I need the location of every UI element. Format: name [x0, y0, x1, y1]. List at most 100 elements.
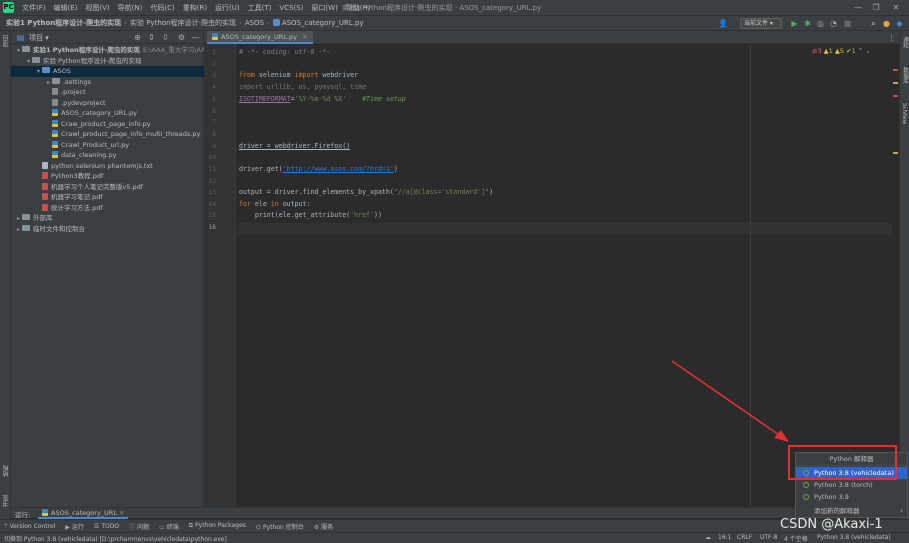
- tool-tab-run[interactable]: ▶ 运行: [61, 522, 90, 531]
- editor-error-stripe[interactable]: [892, 44, 899, 507]
- search-icon[interactable]: ⌕: [869, 19, 878, 28]
- ide-logo-icon[interactable]: ◆: [895, 19, 904, 28]
- tree-item[interactable]: ASOS_category_URL.py: [11, 108, 204, 119]
- menu-run[interactable]: 运行(U): [211, 3, 244, 13]
- close-window-icon[interactable]: ✕: [887, 2, 905, 13]
- line-number[interactable]: 14: [209, 201, 216, 208]
- line-number[interactable]: 16: [209, 224, 216, 231]
- stop-icon[interactable]: ■: [843, 19, 852, 28]
- warning-stripe-mark[interactable]: [893, 82, 898, 84]
- tree-item[interactable]: ▾ 实验1 Python程序设计-爬虫的实现 E:\AAA_重大学习\AAA: [11, 45, 210, 56]
- tool-tab-sciview[interactable]: SciView: [901, 103, 907, 124]
- menu-view[interactable]: 视图(V): [81, 3, 113, 13]
- expand-all-icon[interactable]: ⇕: [147, 33, 156, 42]
- line-number[interactable]: 12: [209, 178, 216, 185]
- menu-navigate[interactable]: 导航(N): [114, 3, 147, 13]
- line-number[interactable]: 2: [212, 61, 216, 68]
- tool-tab-python-console[interactable]: ⌬ Python 控制台: [252, 522, 310, 531]
- tree-item[interactable]: .project: [11, 87, 204, 98]
- close-tab-icon[interactable]: ✕: [302, 33, 307, 41]
- tool-tab-python-packages[interactable]: ⧉ Python Packages: [185, 522, 252, 530]
- locate-file-icon[interactable]: ⊕: [133, 33, 142, 42]
- debug-icon[interactable]: ✱: [803, 19, 812, 28]
- tree-item[interactable]: Python3教程.pdf: [11, 171, 204, 182]
- tree-item[interactable]: 机器学习笔记.pdf: [11, 192, 204, 203]
- run-icon[interactable]: ▶: [790, 19, 799, 28]
- menu-tools[interactable]: 工具(T): [244, 3, 276, 13]
- tree-item[interactable]: ▾ 实验 Python程序设计-爬虫的实现: [11, 56, 204, 67]
- collapsed-arrow-icon[interactable]: ▸: [15, 225, 22, 236]
- user-icon[interactable]: 👤: [718, 19, 728, 28]
- tool-tab-terminal[interactable]: ▭ 终端: [155, 522, 185, 531]
- code-editor[interactable]: # -*- coding: utf-8 -*- from selenium im…: [237, 44, 892, 507]
- error-stripe-mark[interactable]: [893, 69, 898, 71]
- tree-item[interactable]: ▸ 临时文件和控制台: [11, 224, 204, 235]
- tool-tab-database[interactable]: 数据库: [901, 67, 909, 84]
- tree-item[interactable]: python selenium phantomjs.txt: [11, 161, 204, 172]
- tree-item[interactable]: .pydevproject: [11, 98, 204, 109]
- tool-tab-structure[interactable]: 结构: [2, 465, 11, 477]
- tree-item[interactable]: 统计学习方法.pdf: [11, 203, 204, 214]
- breadcrumb-subfolder[interactable]: 实验 Python程序设计-爬虫的实现: [128, 18, 238, 28]
- menu-code[interactable]: 代码(C): [146, 3, 178, 13]
- tree-item[interactable]: ▾ ASOS: [11, 66, 204, 77]
- line-number[interactable]: 3: [212, 72, 216, 79]
- coverage-icon[interactable]: ◎: [816, 19, 825, 28]
- tree-item[interactable]: Crawl_Product_url.py: [11, 140, 204, 151]
- add-interpreter-option[interactable]: 添加新的解释器 ›: [796, 505, 907, 517]
- project-view-selector[interactable]: 项目 ▾: [29, 33, 49, 43]
- tree-item[interactable]: data_cleaning.py: [11, 150, 204, 161]
- caret-position[interactable]: 16:1: [718, 534, 731, 541]
- line-separator[interactable]: CRLF: [737, 534, 752, 541]
- tree-item[interactable]: Crawl_product_page_info_multi_threads.py: [11, 129, 204, 140]
- line-number[interactable]: 10: [209, 154, 216, 161]
- warning-stripe-mark[interactable]: [893, 152, 898, 154]
- close-run-tab-icon[interactable]: ✕: [119, 509, 124, 517]
- settings-gear-icon[interactable]: ⚙: [177, 33, 186, 42]
- restore-icon[interactable]: ❐: [867, 2, 885, 13]
- line-number[interactable]: 6: [212, 108, 216, 115]
- menu-window[interactable]: 窗口(W): [307, 3, 341, 13]
- tree-item[interactable]: ▸ .settings: [11, 77, 204, 88]
- prev-highlight-icon[interactable]: ⌃: [858, 47, 863, 55]
- minimize-icon[interactable]: —: [849, 2, 867, 13]
- tool-tab-version-control[interactable]: ᛘ Version Control: [0, 523, 61, 530]
- menu-edit[interactable]: 编辑(E): [50, 3, 82, 13]
- file-encoding[interactable]: UTF-8: [760, 534, 778, 541]
- line-number[interactable]: 4: [212, 84, 216, 91]
- menu-vcs[interactable]: VCS(S): [275, 4, 307, 12]
- line-number[interactable]: 9: [212, 143, 216, 150]
- run-config-select[interactable]: 当前文件 ▾: [740, 18, 782, 29]
- breadcrumb-asos[interactable]: ASOS: [243, 19, 266, 27]
- line-number[interactable]: 11: [209, 166, 216, 173]
- editor-tab-active[interactable]: ASOS_category_URL.py ✕: [207, 31, 313, 44]
- run-tab[interactable]: ASOS_category_URL ✕: [38, 508, 129, 519]
- tool-tab-notifications[interactable]: 通知: [901, 37, 909, 48]
- interpreter-option-torch[interactable]: Python 3.8 (torch): [796, 479, 907, 491]
- menu-refactor[interactable]: 重构(R): [179, 3, 211, 13]
- line-number[interactable]: 13: [209, 189, 216, 196]
- interpreter-option-python39[interactable]: Python 3.9: [796, 491, 907, 503]
- inspection-widget[interactable]: ⊘3 ▲1 ▲5 ✔1 ⌃ ⌄: [812, 47, 871, 55]
- error-stripe-mark[interactable]: [893, 95, 898, 97]
- event-log-icon[interactable]: ☁: [705, 534, 711, 541]
- tool-tab-services[interactable]: ⚙ 服务: [310, 522, 339, 531]
- tool-tab-problems[interactable]: ⓘ 问题: [125, 522, 155, 531]
- tool-tab-bookmarks[interactable]: 书签: [2, 495, 11, 507]
- line-number[interactable]: 7: [212, 119, 216, 126]
- next-highlight-icon[interactable]: ⌄: [865, 47, 870, 55]
- tool-tab-todo[interactable]: ☰ TODO: [90, 523, 125, 530]
- tree-item[interactable]: ▸ 外部库: [11, 213, 204, 224]
- profile-icon[interactable]: ◔: [829, 19, 838, 28]
- line-number[interactable]: 5: [212, 96, 216, 103]
- tree-item[interactable]: Craw_product_page_info.py: [11, 119, 204, 130]
- tree-item[interactable]: 机器学习个人笔记完整版v5.pdf: [11, 182, 204, 193]
- line-number[interactable]: 1: [212, 49, 216, 56]
- indent-setting[interactable]: 4 个空格: [784, 534, 808, 543]
- updates-icon[interactable]: ●: [882, 19, 891, 28]
- breadcrumb-file[interactable]: ASOS_category_URL.py: [271, 19, 366, 27]
- line-number[interactable]: 15: [209, 212, 216, 219]
- line-number[interactable]: 8: [212, 131, 216, 138]
- breadcrumb-project[interactable]: 实验1 Python程序设计-爬虫的实现: [4, 18, 123, 28]
- interpreter-status[interactable]: Python 3.8 (vehicledata): [817, 534, 891, 541]
